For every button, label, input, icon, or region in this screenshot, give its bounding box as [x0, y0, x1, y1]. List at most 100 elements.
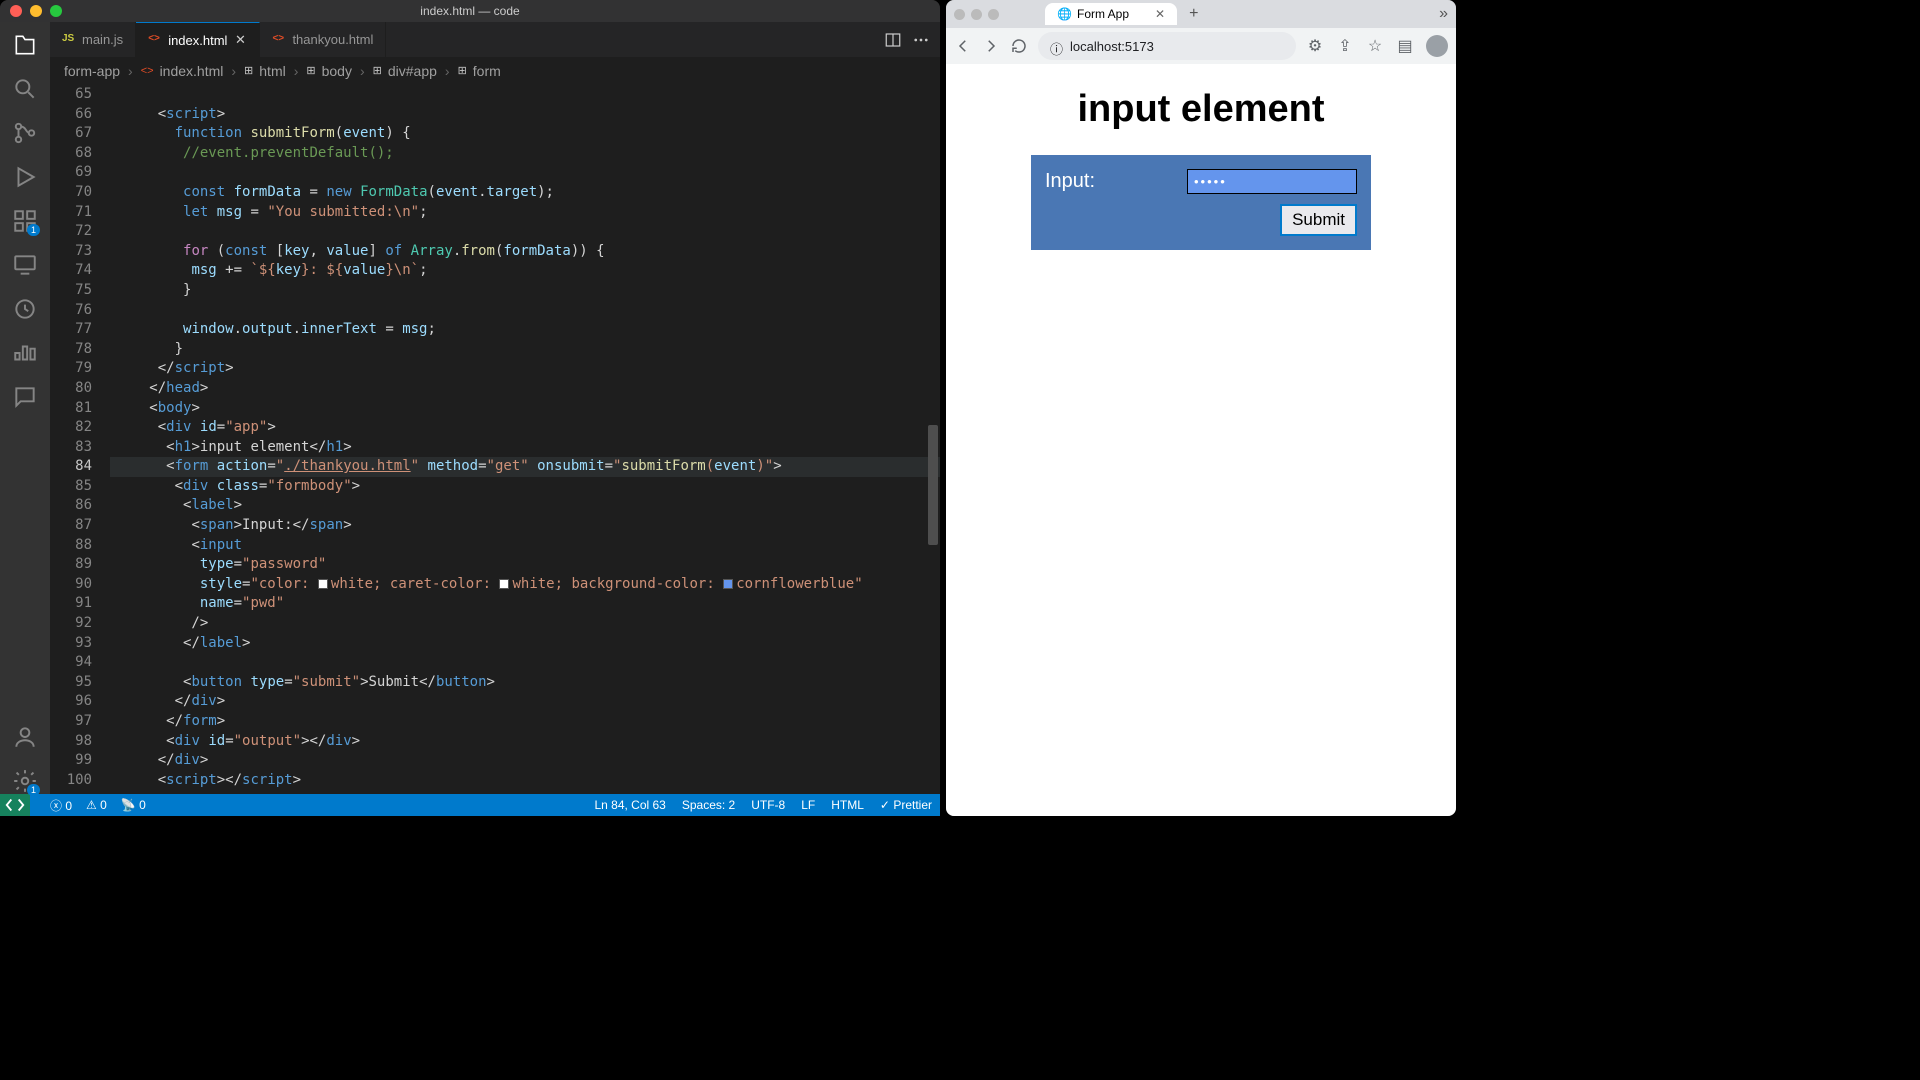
code-line[interactable]: }: [110, 281, 940, 301]
code-line[interactable]: <body>: [110, 399, 940, 419]
breadcrumb-item[interactable]: ⊞form: [458, 63, 501, 79]
errors-count[interactable]: ⓧ 0: [50, 797, 72, 814]
forward-icon[interactable]: [982, 37, 1000, 55]
browser-tab[interactable]: 🌐 Form App ✕: [1045, 3, 1177, 25]
code-line[interactable]: />: [110, 614, 940, 634]
close-window-icon[interactable]: [954, 9, 965, 20]
code-line[interactable]: [110, 653, 940, 673]
code-line[interactable]: </div>: [110, 751, 940, 771]
comments-icon[interactable]: [12, 384, 38, 410]
source-control-icon[interactable]: [12, 120, 38, 146]
editor-tab[interactable]: <>index.html✕: [136, 22, 260, 57]
minimize-window-icon[interactable]: [971, 9, 982, 20]
warnings-count[interactable]: ⚠ 0: [86, 798, 107, 812]
close-window-icon[interactable]: [10, 5, 22, 17]
code-line[interactable]: [110, 163, 940, 183]
timeline-icon[interactable]: [12, 340, 38, 366]
breadcrumb-item[interactable]: ⊞body: [306, 63, 352, 79]
code-line[interactable]: [110, 222, 940, 242]
code-line[interactable]: [110, 85, 940, 105]
address-bar[interactable]: ⓘ localhost:5173: [1038, 32, 1296, 60]
titlebar: index.html — code: [0, 0, 940, 22]
editor-scrollbar[interactable]: [928, 85, 938, 794]
form-body: Input: Submit: [1031, 155, 1371, 250]
profile-avatar-icon[interactable]: [1426, 35, 1448, 57]
chevron-right-icon: ›: [231, 63, 236, 79]
site-settings-icon[interactable]: ⚙: [1306, 37, 1324, 55]
site-info-icon[interactable]: ⓘ: [1050, 39, 1064, 53]
status-bar: ⓧ 0 ⚠ 0 📡 0 Ln 84, Col 63 Spaces: 2 UTF-…: [0, 794, 940, 816]
expand-tabs-icon[interactable]: »: [1439, 5, 1448, 23]
code-line[interactable]: msg += `${key}: ${value}\n`;: [110, 261, 940, 281]
code-line[interactable]: <div id="output"></div>: [110, 732, 940, 752]
code-line[interactable]: let msg = "You submitted:\n";: [110, 203, 940, 223]
editor-tab[interactable]: <>thankyou.html: [260, 22, 386, 57]
code-content[interactable]: <script> function submitForm(event) { //…: [110, 85, 940, 794]
maximize-window-icon[interactable]: [988, 9, 999, 20]
explorer-icon[interactable]: [12, 32, 38, 58]
minimize-window-icon[interactable]: [30, 5, 42, 17]
code-line[interactable]: <div class="formbody">: [110, 477, 940, 497]
code-line[interactable]: </label>: [110, 634, 940, 654]
extensions-icon[interactable]: 1: [12, 208, 38, 234]
scrollbar-thumb[interactable]: [928, 425, 938, 545]
code-line[interactable]: name="pwd": [110, 594, 940, 614]
breadcrumb-item[interactable]: ⊞html: [244, 63, 286, 79]
breadcrumb-item[interactable]: ⊞div#app: [373, 63, 437, 79]
new-tab-icon[interactable]: +: [1189, 5, 1198, 23]
code-line[interactable]: function submitForm(event) {: [110, 124, 940, 144]
code-line[interactable]: <label>: [110, 496, 940, 516]
ports-count[interactable]: 📡 0: [121, 798, 146, 812]
reading-list-icon[interactable]: ▤: [1396, 37, 1414, 55]
maximize-window-icon[interactable]: [50, 5, 62, 17]
back-icon[interactable]: [954, 37, 972, 55]
run-debug-icon[interactable]: [12, 164, 38, 190]
accounts-icon[interactable]: [12, 724, 38, 750]
code-line[interactable]: <button type="submit">Submit</button>: [110, 673, 940, 693]
formatter[interactable]: ✓ Prettier: [880, 798, 932, 812]
code-line[interactable]: }: [110, 340, 940, 360]
split-editor-icon[interactable]: [884, 31, 902, 49]
code-line[interactable]: for (const [key, value] of Array.from(fo…: [110, 242, 940, 262]
encoding[interactable]: UTF-8: [751, 798, 785, 812]
editor-tab[interactable]: JSmain.js: [50, 22, 136, 57]
reload-icon[interactable]: [1010, 37, 1028, 55]
settings-gear-icon[interactable]: 1: [12, 768, 38, 794]
language-mode[interactable]: HTML: [831, 798, 864, 812]
code-line[interactable]: const formData = new FormData(event.targ…: [110, 183, 940, 203]
tab-close-icon[interactable]: ✕: [233, 33, 247, 47]
share-icon[interactable]: ⇪: [1336, 37, 1354, 55]
remote-indicator-icon[interactable]: [0, 794, 30, 816]
code-editor[interactable]: 6566676869707172737475767778798081828384…: [50, 85, 940, 794]
search-icon[interactable]: [12, 76, 38, 102]
breadcrumb-item[interactable]: form-app: [64, 63, 120, 79]
code-line[interactable]: </head>: [110, 379, 940, 399]
code-line[interactable]: <input: [110, 536, 940, 556]
code-line[interactable]: <form action="./thankyou.html" method="g…: [110, 457, 940, 477]
indentation[interactable]: Spaces: 2: [682, 798, 735, 812]
password-input[interactable]: [1187, 169, 1357, 194]
cursor-position[interactable]: Ln 84, Col 63: [594, 798, 665, 812]
code-line[interactable]: //event.preventDefault();: [110, 144, 940, 164]
breadcrumbs[interactable]: form-app›<>index.html›⊞html›⊞body›⊞div#a…: [50, 57, 940, 85]
code-line[interactable]: </div>: [110, 692, 940, 712]
code-line[interactable]: <h1>input element</h1>: [110, 438, 940, 458]
code-line[interactable]: window.output.innerText = msg;: [110, 320, 940, 340]
breadcrumb-item[interactable]: <>index.html: [141, 63, 224, 79]
more-actions-icon[interactable]: [912, 31, 930, 49]
code-line[interactable]: <span>Input:</span>: [110, 516, 940, 536]
code-line[interactable]: [110, 301, 940, 321]
code-line[interactable]: type="password": [110, 555, 940, 575]
code-line[interactable]: style="color: white; caret-color: white;…: [110, 575, 940, 595]
code-line[interactable]: </script>: [110, 359, 940, 379]
remote-explorer-icon[interactable]: [12, 252, 38, 278]
code-line[interactable]: <script>: [110, 105, 940, 125]
tab-close-icon[interactable]: ✕: [1155, 7, 1165, 21]
code-line[interactable]: <div id="app">: [110, 418, 940, 438]
code-line[interactable]: </form>: [110, 712, 940, 732]
submit-button[interactable]: Submit: [1280, 204, 1357, 236]
testing-icon[interactable]: [12, 296, 38, 322]
code-line[interactable]: <script></script>: [110, 771, 940, 791]
bookmark-star-icon[interactable]: ☆: [1366, 37, 1384, 55]
eol[interactable]: LF: [801, 798, 815, 812]
